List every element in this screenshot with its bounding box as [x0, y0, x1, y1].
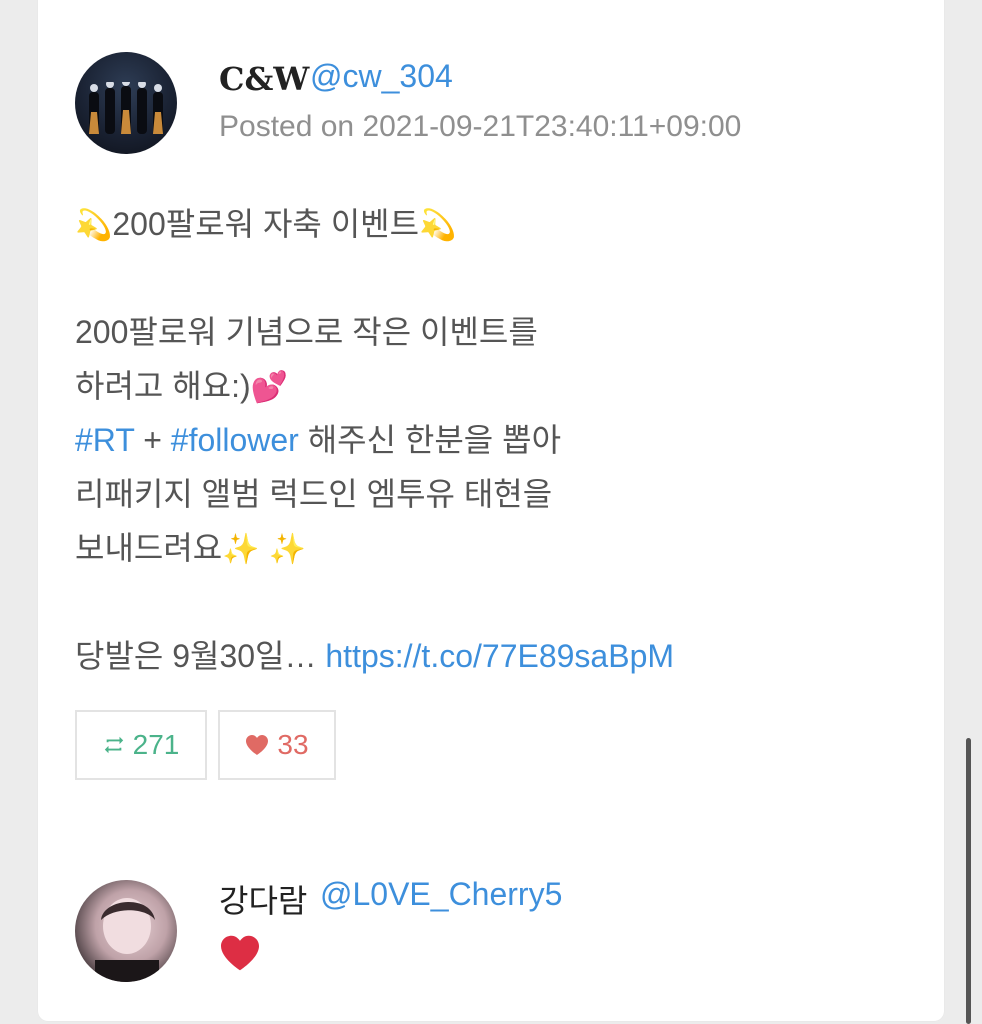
post-line-with-emoji: 하려고 해요:)💕 — [75, 359, 875, 413]
scrollbar-thumb[interactable] — [966, 738, 971, 1024]
retweet-icon — [104, 736, 123, 754]
post-line-with-emoji: 보내드려요✨ ✨ — [75, 521, 875, 575]
like-count-button[interactable]: 33 — [218, 710, 336, 780]
retweet-count: 271 — [132, 729, 180, 760]
hashtag-follower-link[interactable]: #follower — [171, 422, 299, 458]
post-line: 리패키지 앨범 럭드인 엠투유 태현을 — [75, 476, 553, 512]
heart-icon — [246, 735, 269, 755]
tweet-url-link[interactable]: https://t.co/77E89saBpM — [325, 638, 674, 674]
post-title: 200팔로워 자축 이벤트 — [112, 206, 420, 242]
post-body: 💫200팔로워 자축 이벤트💫 200팔로워 기념으로 작은 이벤트를 하려고 … — [75, 197, 875, 683]
dizzy-icon: 💫 — [75, 209, 113, 242]
author-name[interactable]: C&W — [219, 60, 309, 98]
post-line: 하려고 해요:) — [75, 368, 251, 404]
like-count: 33 — [277, 729, 309, 760]
red-heart-icon — [219, 934, 261, 977]
author-avatar[interactable] — [75, 52, 177, 154]
post-title-line: 💫200팔로워 자축 이벤트💫 — [75, 197, 875, 251]
hashtag-line: #RT + #follower 해주신 한분을 뽑아 — [75, 413, 875, 467]
reply-author-name[interactable]: 강다람 — [219, 876, 307, 922]
retweet-count-button[interactable]: 271 — [75, 710, 207, 780]
reply-avatar[interactable] — [75, 880, 177, 982]
plus-text: + — [134, 422, 171, 458]
reply-author-handle[interactable]: @L0VE_Cherry5 — [320, 876, 562, 913]
post-line: 보내드려요 — [75, 530, 223, 566]
sparkles-icon: ✨ — [268, 533, 306, 566]
post-line: 200팔로워 기념으로 작은 이벤트를 — [75, 314, 538, 350]
dizzy-icon: 💫 — [419, 209, 457, 242]
post-line: 당발은 9월30일… — [75, 638, 326, 674]
post-link-line: 당발은 9월30일… https://t.co/77E89saBpM — [75, 629, 875, 683]
two-hearts-icon: 💕 — [250, 371, 288, 404]
author-handle[interactable]: @cw_304 — [310, 58, 453, 95]
sparkles-icon: ✨ — [222, 533, 260, 566]
post-line: 해주신 한분을 뽑아 — [298, 422, 562, 458]
post-timestamp: Posted on 2021-09-21T23:40:11+09:00 — [219, 110, 742, 143]
hashtag-rt-link[interactable]: #RT — [75, 422, 134, 458]
